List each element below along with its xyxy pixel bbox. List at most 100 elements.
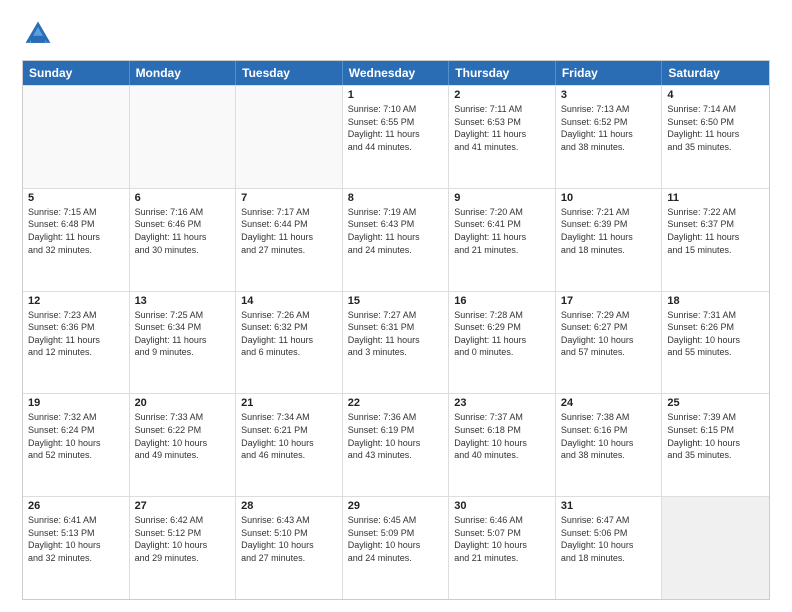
day-number: 3 (561, 89, 657, 101)
cal-header-saturday: Saturday (662, 61, 769, 85)
cal-cell: 18 Sunrise: 7:31 AM Sunset: 6:26 PM Dayli… (662, 292, 769, 394)
day-detail: Sunrise: 7:16 AM Sunset: 6:46 PM Dayligh… (135, 206, 231, 256)
day-detail: Sunrise: 7:27 AM Sunset: 6:31 PM Dayligh… (348, 309, 444, 359)
cal-cell: 29 Sunrise: 6:45 AM Sunset: 5:09 PM Dayli… (343, 497, 450, 599)
day-number: 22 (348, 397, 444, 409)
cal-cell: 7 Sunrise: 7:17 AM Sunset: 6:44 PM Daylig… (236, 189, 343, 291)
day-number: 26 (28, 500, 124, 512)
day-detail: Sunrise: 7:39 AM Sunset: 6:15 PM Dayligh… (667, 411, 764, 461)
cal-cell: 28 Sunrise: 6:43 AM Sunset: 5:10 PM Dayli… (236, 497, 343, 599)
cal-cell: 6 Sunrise: 7:16 AM Sunset: 6:46 PM Daylig… (130, 189, 237, 291)
day-number: 1 (348, 89, 444, 101)
day-detail: Sunrise: 7:11 AM Sunset: 6:53 PM Dayligh… (454, 103, 550, 153)
cal-cell: 19Sunrise: 7:32 AM Sunset: 6:24 PM Dayli… (23, 394, 130, 496)
day-number: 14 (241, 295, 337, 307)
page: SundayMondayTuesdayWednesdayThursdayFrid… (0, 0, 792, 612)
cal-cell: 31 Sunrise: 6:47 AM Sunset: 5:06 PM Dayli… (556, 497, 663, 599)
day-number: 30 (454, 500, 550, 512)
cal-cell (23, 86, 130, 188)
cal-week-1: 5 Sunrise: 7:15 AM Sunset: 6:48 PM Daylig… (23, 188, 769, 291)
cal-cell (236, 86, 343, 188)
day-detail: Sunrise: 7:10 AM Sunset: 6:55 PM Dayligh… (348, 103, 444, 153)
day-detail: Sunrise: 7:28 AM Sunset: 6:29 PM Dayligh… (454, 309, 550, 359)
cal-week-4: 26 Sunrise: 6:41 AM Sunset: 5:13 PM Dayli… (23, 496, 769, 599)
day-detail: Sunrise: 7:21 AM Sunset: 6:39 PM Dayligh… (561, 206, 657, 256)
cal-cell: 10 Sunrise: 7:21 AM Sunset: 6:39 PM Dayli… (556, 189, 663, 291)
cal-cell: 21 Sunrise: 7:34 AM Sunset: 6:21 PM Dayli… (236, 394, 343, 496)
cal-cell: 2 Sunrise: 7:11 AM Sunset: 6:53 PM Daylig… (449, 86, 556, 188)
cal-header-wednesday: Wednesday (343, 61, 450, 85)
cal-header-tuesday: Tuesday (236, 61, 343, 85)
day-detail: Sunrise: 7:19 AM Sunset: 6:43 PM Dayligh… (348, 206, 444, 256)
cal-cell (130, 86, 237, 188)
cal-cell: 17 Sunrise: 7:29 AM Sunset: 6:27 PM Dayli… (556, 292, 663, 394)
day-detail: Sunrise: 6:47 AM Sunset: 5:06 PM Dayligh… (561, 514, 657, 564)
day-detail: Sunrise: 7:13 AM Sunset: 6:52 PM Dayligh… (561, 103, 657, 153)
day-detail: Sunrise: 6:41 AM Sunset: 5:13 PM Dayligh… (28, 514, 124, 564)
cal-cell: 3 Sunrise: 7:13 AM Sunset: 6:52 PM Daylig… (556, 86, 663, 188)
day-detail: Sunrise: 7:20 AM Sunset: 6:41 PM Dayligh… (454, 206, 550, 256)
day-detail: Sunrise: 6:45 AM Sunset: 5:09 PM Dayligh… (348, 514, 444, 564)
day-detail: Sunrise: 7:17 AM Sunset: 6:44 PM Dayligh… (241, 206, 337, 256)
day-number: 29 (348, 500, 444, 512)
day-number: 17 (561, 295, 657, 307)
day-detail: Sunrise: 7:15 AM Sunset: 6:48 PM Dayligh… (28, 206, 124, 256)
cal-cell: 9Sunrise: 7:20 AM Sunset: 6:41 PM Daylig… (449, 189, 556, 291)
header (22, 18, 770, 50)
calendar: SundayMondayTuesdayWednesdayThursdayFrid… (22, 60, 770, 600)
cal-header-thursday: Thursday (449, 61, 556, 85)
day-number: 28 (241, 500, 337, 512)
day-number: 2 (454, 89, 550, 101)
day-number: 11 (667, 192, 764, 204)
cal-week-0: 1 Sunrise: 7:10 AM Sunset: 6:55 PM Daylig… (23, 85, 769, 188)
day-number: 8 (348, 192, 444, 204)
day-number: 24 (561, 397, 657, 409)
day-number: 6 (135, 192, 231, 204)
day-detail: Sunrise: 7:37 AM Sunset: 6:18 PM Dayligh… (454, 411, 550, 461)
day-detail: Sunrise: 7:22 AM Sunset: 6:37 PM Dayligh… (667, 206, 764, 256)
day-detail: Sunrise: 7:26 AM Sunset: 6:32 PM Dayligh… (241, 309, 337, 359)
cal-cell: 14 Sunrise: 7:26 AM Sunset: 6:32 PM Dayli… (236, 292, 343, 394)
day-detail: Sunrise: 6:42 AM Sunset: 5:12 PM Dayligh… (135, 514, 231, 564)
day-detail: Sunrise: 7:29 AM Sunset: 6:27 PM Dayligh… (561, 309, 657, 359)
cal-cell: 24 Sunrise: 7:38 AM Sunset: 6:16 PM Dayli… (556, 394, 663, 496)
day-number: 25 (667, 397, 764, 409)
day-detail: Sunrise: 7:32 AM Sunset: 6:24 PM Dayligh… (28, 411, 124, 461)
cal-header-monday: Monday (130, 61, 237, 85)
cal-cell: 1 Sunrise: 7:10 AM Sunset: 6:55 PM Daylig… (343, 86, 450, 188)
cal-week-3: 19Sunrise: 7:32 AM Sunset: 6:24 PM Dayli… (23, 393, 769, 496)
day-number: 20 (135, 397, 231, 409)
cal-cell: 23 Sunrise: 7:37 AM Sunset: 6:18 PM Dayli… (449, 394, 556, 496)
cal-cell: 12 Sunrise: 7:23 AM Sunset: 6:36 PM Dayli… (23, 292, 130, 394)
day-number: 12 (28, 295, 124, 307)
cal-cell: 4 Sunrise: 7:14 AM Sunset: 6:50 PM Daylig… (662, 86, 769, 188)
cal-cell: 16Sunrise: 7:28 AM Sunset: 6:29 PM Dayli… (449, 292, 556, 394)
cal-header-sunday: Sunday (23, 61, 130, 85)
day-number: 7 (241, 192, 337, 204)
day-number: 18 (667, 295, 764, 307)
day-number: 23 (454, 397, 550, 409)
day-detail: Sunrise: 7:38 AM Sunset: 6:16 PM Dayligh… (561, 411, 657, 461)
cal-cell: 5 Sunrise: 7:15 AM Sunset: 6:48 PM Daylig… (23, 189, 130, 291)
logo-icon (22, 18, 54, 50)
cal-header-friday: Friday (556, 61, 663, 85)
day-detail: Sunrise: 6:43 AM Sunset: 5:10 PM Dayligh… (241, 514, 337, 564)
cal-cell: 26 Sunrise: 6:41 AM Sunset: 5:13 PM Dayli… (23, 497, 130, 599)
day-detail: Sunrise: 7:31 AM Sunset: 6:26 PM Dayligh… (667, 309, 764, 359)
calendar-body: 1 Sunrise: 7:10 AM Sunset: 6:55 PM Daylig… (23, 85, 769, 599)
cal-week-2: 12 Sunrise: 7:23 AM Sunset: 6:36 PM Dayli… (23, 291, 769, 394)
day-detail: Sunrise: 7:14 AM Sunset: 6:50 PM Dayligh… (667, 103, 764, 153)
cal-cell: 13Sunrise: 7:25 AM Sunset: 6:34 PM Dayli… (130, 292, 237, 394)
day-number: 10 (561, 192, 657, 204)
cal-cell: 11 Sunrise: 7:22 AM Sunset: 6:37 PM Dayli… (662, 189, 769, 291)
day-detail: Sunrise: 6:46 AM Sunset: 5:07 PM Dayligh… (454, 514, 550, 564)
cal-cell: 22Sunrise: 7:36 AM Sunset: 6:19 PM Dayli… (343, 394, 450, 496)
day-number: 31 (561, 500, 657, 512)
day-number: 4 (667, 89, 764, 101)
day-detail: Sunrise: 7:34 AM Sunset: 6:21 PM Dayligh… (241, 411, 337, 461)
day-number: 21 (241, 397, 337, 409)
day-number: 5 (28, 192, 124, 204)
day-number: 13 (135, 295, 231, 307)
cal-cell: 15Sunrise: 7:27 AM Sunset: 6:31 PM Dayli… (343, 292, 450, 394)
day-detail: Sunrise: 7:23 AM Sunset: 6:36 PM Dayligh… (28, 309, 124, 359)
